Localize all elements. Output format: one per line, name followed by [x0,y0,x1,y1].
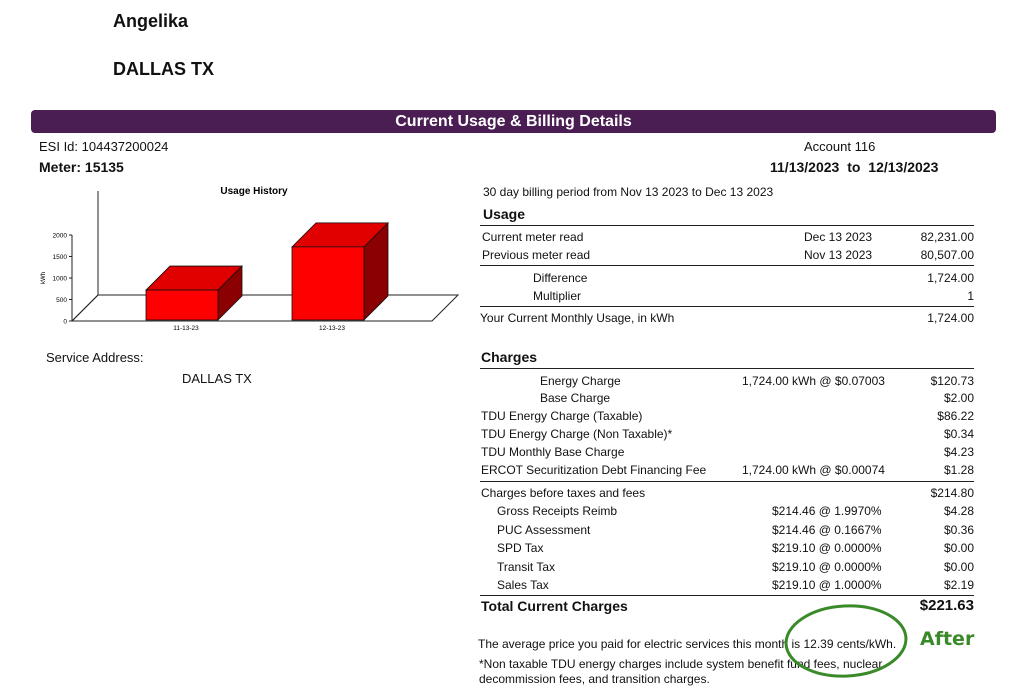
transit-label: Transit Tax [497,560,556,574]
chart-title: Usage History [220,186,288,197]
usage-chart-svg: Usage History 0 500 1000 1500 2000 kWh 11-13-23… [41,186,460,332]
previous-read-label: Previous meter read [482,248,591,262]
total-label: Total Current Charges [481,598,628,614]
gross-receipts-label: Gross Receipts Reimb [497,504,618,518]
before-taxes-amount: $214.80 [930,486,974,500]
tdu-base-amount: $4.23 [943,445,974,459]
after-annotation-label: After [920,628,975,650]
puc-label: PUC Assessment [497,523,591,537]
total-divider [480,595,974,596]
difference-value: 1,724.00 [927,271,974,285]
charges-divider [480,368,974,369]
energy-charge-label: Energy Charge [540,374,621,388]
tdu-nontaxable-label: TDU Energy Charge (Non Taxable)* [481,427,673,441]
esi-row: ESI Id: 104437200024 [39,139,168,154]
total-amount: $221.63 [919,597,974,614]
annotation-circle [784,604,908,678]
spd-detail: $219.10 @ 0.0000% [772,541,882,555]
transit-amount: $0.00 [943,560,974,574]
gross-receipts-amount: $4.28 [943,504,974,518]
chart-floor [70,294,460,322]
monthly-usage-value: 1,724.00 [927,311,974,325]
service-address: DALLAS TX [182,371,252,386]
section-banner: Current Usage & Billing Details [31,110,996,133]
usage-divider-3 [480,306,974,307]
billing-period-text: 30 day billing period from Nov 13 2023 t… [483,185,774,199]
usage-divider [480,225,974,226]
spd-amount: $0.00 [943,541,974,555]
usage-divider-2 [480,265,974,266]
usage-title: Usage [483,206,526,222]
y-tick-label: 1000 [53,276,68,283]
monthly-usage-label: Your Current Monthly Usage, in kWh [480,311,675,325]
ercot-amount: $1.28 [943,463,974,477]
tdu-nontaxable-amount: $0.34 [943,427,974,441]
sales-label: Sales Tax [497,578,549,592]
charges-title: Charges [481,349,538,365]
usage-history-chart: Usage History 0 500 1000 1500 2000 kWh 11-13-23… [30,180,470,340]
account-number: Account 116 [804,139,876,154]
y-axis-label: kWh [41,272,47,284]
period-from: 11/13/2023 [770,159,840,175]
meter-row: Meter: 15135 [39,159,124,175]
meter-label: Meter: [39,159,82,175]
bar [291,246,365,321]
puc-amount: $0.36 [943,523,974,537]
previous-read-date: Nov 13 2023 [804,248,873,262]
billing-period-range: 11/13/2023 to 12/13/2023 [770,159,938,175]
x-tick-label: 12-13-23 [319,325,345,332]
y-tick-label: 1500 [53,254,68,261]
y-tick-label: 2000 [53,233,68,240]
current-read-label: Current meter read [482,230,584,244]
customer-name: Angelika [113,11,189,31]
service-address-label: Service Address: [46,350,144,365]
puc-detail: $214.46 @ 0.1667% [772,523,882,537]
ercot-label: ERCOT Securitization Debt Financing Fee [481,463,707,477]
previous-read-value: 80,507.00 [920,248,974,262]
before-taxes-label: Charges before taxes and fees [481,486,646,500]
spd-label: SPD Tax [497,541,544,555]
esi-id: 104437200024 [81,139,169,154]
tdu-base-label: TDU Monthly Base Charge [481,445,625,459]
y-tick-label: 0 [63,319,67,326]
energy-charge-detail: 1,724.00 kWh @ $0.07003 [742,374,885,388]
nontaxable-note-line2: decommission fees, and transition charge… [479,672,710,686]
tdu-taxable-label: TDU Energy Charge (Taxable) [481,409,643,423]
current-read-value: 82,231.00 [920,230,974,244]
period-to: 12/13/2023 [868,159,939,175]
esi-label: ESI Id: [39,139,79,154]
charges-divider-2 [480,481,974,482]
x-tick-label: 11-13-23 [173,325,199,332]
difference-label: Difference [533,271,588,285]
current-read-date: Dec 13 2023 [804,230,873,244]
sales-detail: $219.10 @ 1.0000% [772,578,882,592]
period-to-word: to [847,159,861,175]
meter-number: 15135 [84,159,124,175]
y-tick-label: 500 [56,297,67,304]
ercot-detail: 1,724.00 kWh @ $0.00074 [742,463,885,477]
multiplier-label: Multiplier [533,289,582,303]
gross-receipts-detail: $214.46 @ 1.9970% [772,504,882,518]
customer-city: DALLAS TX [113,59,214,79]
tdu-taxable-amount: $86.22 [937,409,974,423]
multiplier-value: 1 [967,289,974,303]
chart-back-wall [71,191,99,322]
energy-charge-amount: $120.73 [930,374,974,388]
sales-amount: $2.19 [943,578,974,592]
base-charge-amount: $2.00 [943,391,974,405]
bar [145,289,219,321]
base-charge-label: Base Charge [540,391,611,405]
transit-detail: $219.10 @ 0.0000% [772,560,882,574]
